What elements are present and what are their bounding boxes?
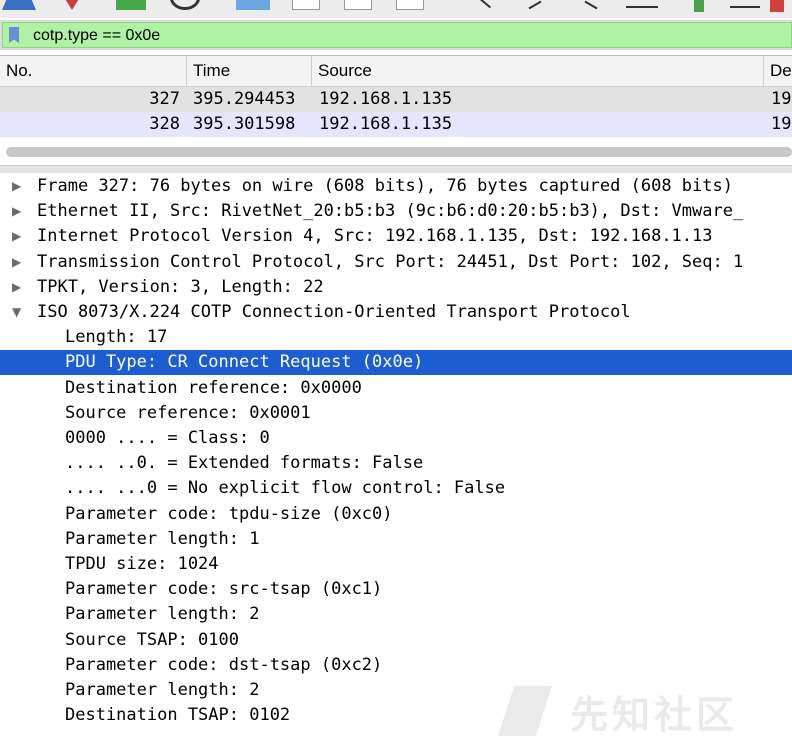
save-file-icon[interactable] <box>292 0 320 10</box>
detail-tree-node[interactable]: ▶ TPKT, Version: 3, Length: 22 <box>0 275 792 300</box>
detail-tree-field[interactable]: Parameter code: tpdu-size (0xc0) <box>0 502 792 527</box>
colorize-icon[interactable] <box>626 6 658 8</box>
detail-tree-label: .... ..0. = Extended formats: False <box>65 453 424 474</box>
detail-tree-field[interactable]: PDU Type: CR Connect Request (0x0e) <box>0 350 792 376</box>
detail-tree-label: Parameter code: dst-tsap (0xc2) <box>65 654 383 675</box>
detail-tree-node[interactable]: ▼ ISO 8073/X.224 COTP Connection-Oriented… <box>0 300 792 325</box>
expand-right-icon[interactable]: ▶ <box>12 199 21 224</box>
display-filter-input[interactable]: cotp.type == 0x0e <box>2 22 792 48</box>
detail-tree-node[interactable]: ▶ Ethernet II, Src: RivetNet_20:b5:b3 (9c… <box>0 199 792 224</box>
display-filter-value[interactable]: cotp.type == 0x0e <box>33 26 160 45</box>
detail-tree-label: Transmission Control Protocol, Src Port:… <box>37 251 744 272</box>
detail-tree-field[interactable]: .... ..0. = Extended formats: False <box>0 451 792 476</box>
packet-time: 395.301598 <box>193 114 296 134</box>
detail-tree-label: TPKT, Version: 3, Length: 22 <box>37 276 324 297</box>
detail-tree-node[interactable]: ▶ Transmission Control Protocol, Src Port… <box>0 250 792 275</box>
column-header-time[interactable]: Time <box>186 56 311 86</box>
watermark-text: 先知社区 <box>570 693 739 737</box>
detail-tree-field[interactable]: Source TSAP: 0100 <box>0 628 792 653</box>
detail-tree-label: Destination reference: 0x0000 <box>65 377 362 398</box>
autoscroll-icon[interactable] <box>694 0 704 12</box>
detail-tree-label: Length: 17 <box>65 327 168 348</box>
column-header-no[interactable]: No. <box>0 56 186 86</box>
detail-tree-label: Parameter length: 2 <box>65 604 260 625</box>
detail-tree-field[interactable]: .... ...0 = No explicit flow control: Fa… <box>0 476 792 501</box>
detail-tree-label: TPDU size: 1024 <box>65 554 219 574</box>
detail-tree-field[interactable]: Parameter length: 1 <box>0 527 792 552</box>
expand-right-icon[interactable]: ▶ <box>12 224 21 249</box>
detail-tree-label: 0000 .... = Class: 0 <box>65 428 270 448</box>
reload-file-icon[interactable] <box>396 0 424 10</box>
bookmark-icon[interactable] <box>9 27 19 43</box>
zoom-icon[interactable] <box>730 6 760 8</box>
expand-down-icon[interactable]: ▼ <box>12 300 21 325</box>
column-header-destination[interactable]: De <box>763 56 792 86</box>
detail-tree-label: Parameter length: 1 <box>65 528 260 549</box>
expand-right-icon[interactable]: ▶ <box>12 275 21 300</box>
packet-destination: 19 <box>771 89 792 109</box>
detail-tree-field[interactable]: TPDU size: 1024 <box>0 552 792 577</box>
detail-tree-label: Source TSAP: 0100 <box>65 629 239 650</box>
close-file-icon[interactable] <box>344 0 372 10</box>
detail-tree-label: Parameter length: 2 <box>65 680 260 700</box>
go-back-icon[interactable] <box>528 0 542 10</box>
expand-right-icon[interactable]: ▶ <box>12 250 21 275</box>
horizontal-scrollbar[interactable] <box>6 147 792 157</box>
detail-tree-field[interactable]: Length: 17 <box>0 325 792 350</box>
packet-list: No. Time Source De 327 395.294453 192.16… <box>0 55 792 164</box>
detail-tree-field[interactable]: Source reference: 0x0001 <box>0 401 792 426</box>
detail-tree-label: Destination TSAP: 0102 <box>65 705 291 726</box>
find-packet-icon[interactable] <box>478 0 492 9</box>
restart-capture-icon[interactable] <box>116 0 146 10</box>
detail-tree-label: Internet Protocol Version 4, Src: 192.16… <box>37 226 713 247</box>
expand-right-icon[interactable]: ▶ <box>12 174 21 199</box>
column-header-source[interactable]: Source <box>311 56 763 86</box>
detail-tree-label: Ethernet II, Src: RivetNet_20:b5:b3 (9c:… <box>37 201 744 222</box>
watermark-logo <box>498 686 552 736</box>
detail-tree-field[interactable]: Destination reference: 0x0000 <box>0 376 792 401</box>
start-capture-icon[interactable] <box>2 0 36 10</box>
stop-capture-icon[interactable] <box>62 0 82 10</box>
display-filter-bar: cotp.type == 0x0e <box>0 20 792 50</box>
detail-tree-label: Frame 327: 76 bytes on wire (608 bits), … <box>37 176 733 196</box>
detail-tree-label: PDU Type: CR Connect Request (0x0e) <box>65 352 424 373</box>
watermark: 先知社区 <box>498 680 788 740</box>
packet-row[interactable]: 328 395.301598 192.168.1.135 19 <box>0 112 792 137</box>
detail-tree-field[interactable]: Parameter code: dst-tsap (0xc2) <box>0 653 792 678</box>
open-file-icon[interactable] <box>236 0 270 10</box>
packet-time: 395.294453 <box>193 89 296 109</box>
detail-tree-node[interactable]: ▶ Internet Protocol Version 4, Src: 192.1… <box>0 224 792 249</box>
packet-list-header: No. Time Source De <box>0 56 792 87</box>
packet-no: 327 <box>149 89 180 109</box>
packet-no: 328 <box>149 114 180 134</box>
capture-options-icon[interactable] <box>170 0 200 10</box>
detail-tree-label: .... ...0 = No explicit flow control: Fa… <box>65 478 506 499</box>
detail-tree-label: Parameter code: src-tsap (0xc1) <box>65 579 383 600</box>
main-toolbar <box>0 0 792 18</box>
packet-row[interactable]: 327 395.294453 192.168.1.135 19 <box>0 87 792 112</box>
packet-destination: 19 <box>771 114 792 134</box>
detail-tree-label: Parameter code: tpdu-size (0xc0) <box>65 503 393 524</box>
detail-tree-field[interactable]: Parameter code: src-tsap (0xc1) <box>0 577 792 602</box>
detail-tree-field[interactable]: Parameter length: 2 <box>0 602 792 627</box>
detail-tree-label: ISO 8073/X.224 COTP Connection-Oriented … <box>37 302 631 322</box>
detail-tree-label: Source reference: 0x0001 <box>65 402 311 423</box>
packet-source: 192.168.1.135 <box>319 89 453 109</box>
packet-details-tree: ▶ Frame 327: 76 bytes on wire (608 bits),… <box>0 173 792 750</box>
packet-source: 192.168.1.135 <box>319 114 453 134</box>
detail-tree-field[interactable]: 0000 .... = Class: 0 <box>0 426 792 451</box>
detail-tree-node[interactable]: ▶ Frame 327: 76 bytes on wire (608 bits),… <box>0 174 792 199</box>
resize-columns-icon[interactable] <box>770 0 784 12</box>
go-forward-icon[interactable] <box>584 0 598 10</box>
